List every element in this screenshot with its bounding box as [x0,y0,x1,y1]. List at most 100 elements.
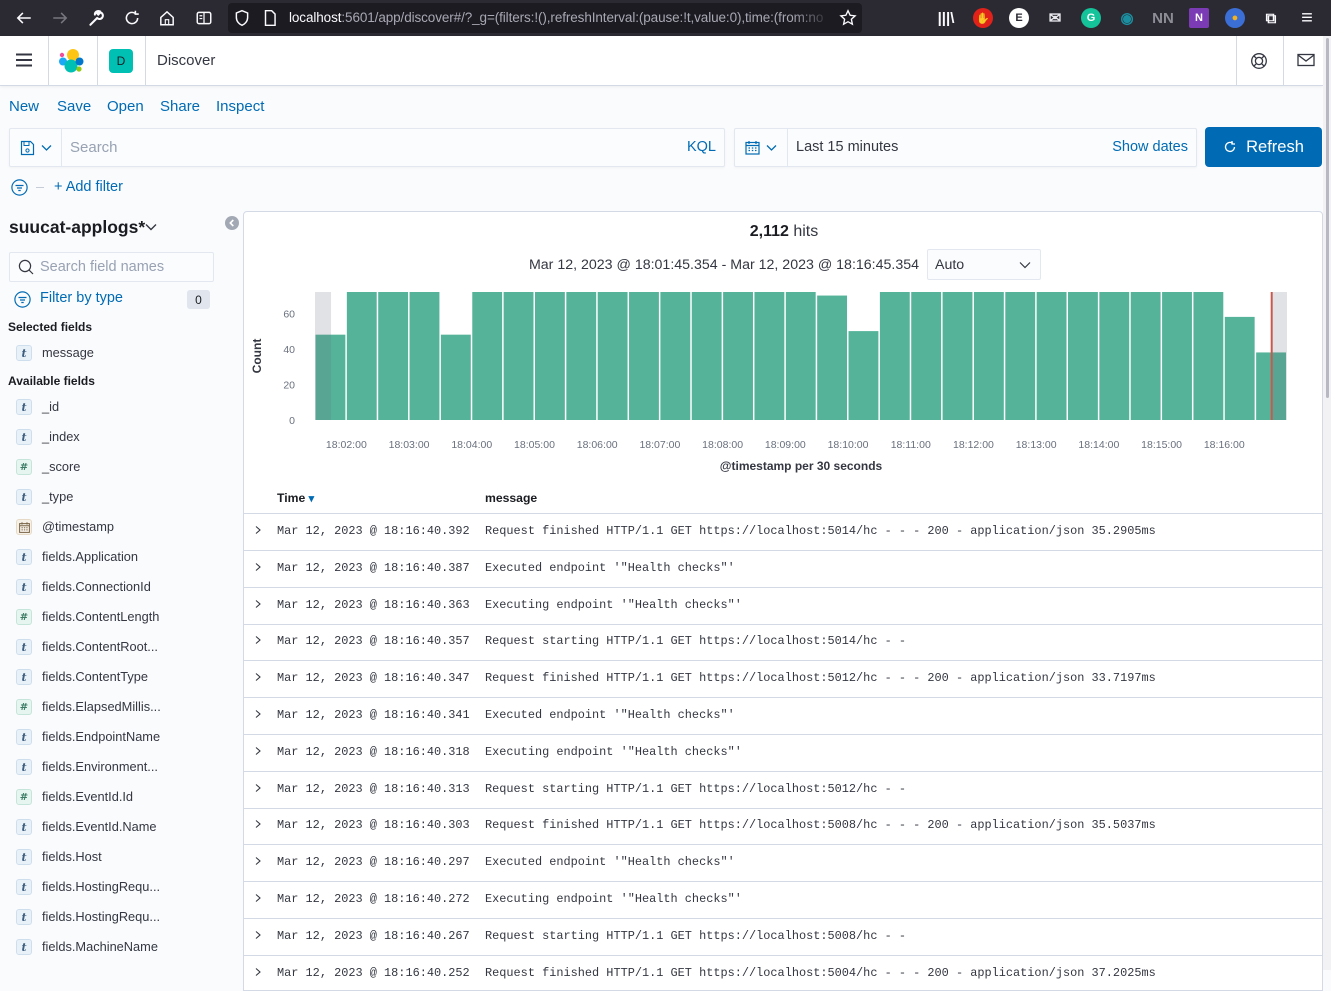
index-pattern-title[interactable]: suucat-applogs* [9,217,145,238]
field-item[interactable]: t fields.ContentRoot... [0,633,236,661]
histogram-bar[interactable] [785,292,816,420]
field-item[interactable]: t fields.Environment... [0,753,236,781]
field-item[interactable]: @timestamp [0,513,236,541]
reload-icon[interactable] [120,6,144,30]
search-input[interactable] [62,129,682,166]
field-item[interactable]: t fields.HostingRequ... [0,903,236,931]
quick-select-button[interactable] [735,129,788,166]
histogram-bar[interactable] [848,331,879,420]
histogram-bar[interactable] [942,292,973,420]
histogram-bar[interactable] [440,334,471,420]
expand-row-icon[interactable] [253,891,265,907]
field-item[interactable]: t fields.EndpointName [0,723,236,751]
histogram-bar[interactable] [973,292,1004,420]
field-item[interactable]: t fields.HostingRequ... [0,873,236,901]
expand-row-icon[interactable] [253,633,265,649]
field-item[interactable]: # _score [0,453,236,481]
kibana-logo-icon[interactable] [58,48,84,74]
expand-row-icon[interactable] [253,707,265,723]
newsfeed-mail-icon[interactable] [1297,53,1315,69]
save-button[interactable]: Save [57,98,91,115]
onenote-icon[interactable]: N [1189,8,1209,28]
browser-menu-icon[interactable]: ≡ [1297,7,1317,29]
histogram-bar[interactable] [1130,292,1161,420]
wrench-icon[interactable] [84,6,108,30]
histogram-bar[interactable] [534,292,565,420]
histogram-bar[interactable] [1224,316,1255,420]
hamburger-menu-icon[interactable] [14,50,34,70]
field-item[interactable]: t fields.MachineName [0,933,236,961]
expand-row-icon[interactable] [253,560,265,576]
share-button[interactable]: Share [160,98,200,115]
nn-extension-icon[interactable]: NN [1152,8,1174,28]
interval-select[interactable]: Auto [927,249,1041,280]
collapse-sidebar-button[interactable] [225,216,239,230]
filter-options-icon[interactable] [11,179,28,196]
expand-row-icon[interactable] [253,854,265,870]
field-item[interactable]: t fields.Application [0,543,236,571]
histogram-bar[interactable] [723,292,753,420]
back-icon[interactable] [12,6,36,30]
new-button[interactable]: New [9,98,39,115]
histogram-bar[interactable] [754,292,785,420]
histogram-bar[interactable] [879,292,910,420]
field-item[interactable]: # fields.ElapsedMillis... [0,693,236,721]
library-icon[interactable]: |||\ [936,8,956,28]
open-button[interactable]: Open [107,98,144,115]
url-text[interactable]: localhost:5601/app/discover#/?_g=(filter… [289,10,823,25]
expand-row-icon[interactable] [253,597,265,613]
forward-icon[interactable] [48,6,72,30]
page-scrollbar[interactable] [1323,36,1331,970]
shield-icon[interactable] [230,6,254,30]
extensions-puzzle-icon[interactable]: ⧉ [1261,8,1281,28]
field-item[interactable]: t fields.Host [0,843,236,871]
histogram-bar[interactable] [409,292,440,420]
field-item[interactable]: # fields.EventId.Id [0,783,236,811]
histogram-chart[interactable]: 0 20 40 60 Count 18:02:00 18:03:00 18:04:00 18:0… [245,285,1323,475]
expand-row-icon[interactable] [253,817,265,833]
histogram-bar[interactable] [911,292,942,420]
field-item[interactable]: t fields.EventId.Name [0,813,236,841]
field-item[interactable]: t message [0,339,236,367]
expand-row-icon[interactable] [253,744,265,760]
space-avatar[interactable]: D [109,49,133,73]
field-search-input[interactable] [40,253,210,281]
histogram-bar[interactable] [566,292,597,420]
expand-row-icon[interactable] [253,965,265,981]
field-item[interactable]: t fields.ConnectionId [0,573,236,601]
inspect-button[interactable]: Inspect [216,98,264,115]
query-language-button[interactable]: KQL [687,139,716,155]
histogram-bar[interactable] [597,292,628,420]
time-range-display[interactable]: Last 15 minutes [796,139,898,155]
field-item[interactable]: t _id [0,393,236,421]
url-bar[interactable]: localhost:5601/app/discover#/?_g=(filter… [228,3,862,33]
index-pattern-chevron-icon[interactable] [144,220,158,234]
expand-row-icon[interactable] [253,523,265,539]
histogram-bar[interactable] [1162,292,1192,420]
expand-row-icon[interactable] [253,928,265,944]
show-dates-button[interactable]: Show dates [1112,139,1188,155]
reader-view-icon[interactable] [192,6,216,30]
help-icon[interactable] [1250,52,1268,70]
field-item[interactable]: t _index [0,423,236,451]
histogram-bar[interactable] [691,292,722,420]
filter-by-type-button[interactable]: Filter by type [40,290,123,306]
histogram-bar[interactable] [503,292,534,420]
evernote-e-icon[interactable]: E [1009,8,1029,28]
add-filter-button[interactable]: + Add filter [54,179,123,195]
message-column-header[interactable]: message [485,491,537,505]
histogram-bar[interactable] [472,292,503,420]
field-item[interactable]: # fields.ContentLength [0,603,236,631]
histogram-bar[interactable] [1099,292,1130,420]
page-info-icon[interactable] [258,6,282,30]
refresh-button[interactable]: Refresh [1205,127,1322,167]
bookmark-star-icon[interactable] [836,6,860,30]
histogram-bar[interactable] [1193,292,1224,420]
histogram-bar[interactable] [378,292,409,420]
histogram-bar[interactable] [1036,292,1067,420]
adblock-icon[interactable]: ✋ [973,8,993,28]
home-icon[interactable] [155,6,179,30]
expand-row-icon[interactable] [253,670,265,686]
histogram-bar[interactable] [817,295,848,420]
field-item[interactable]: t _type [0,483,236,511]
